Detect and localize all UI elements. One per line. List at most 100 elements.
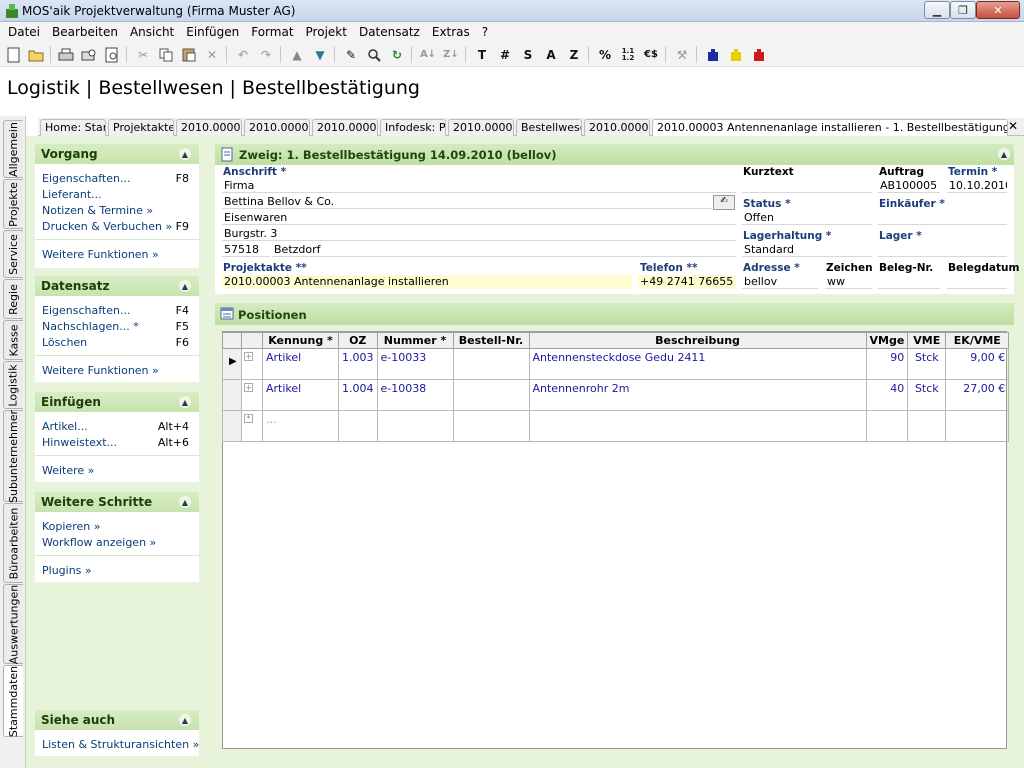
format-t-icon[interactable]: T [472,45,492,64]
cell-ek-vme[interactable]: 9,00 € [945,348,1010,380]
vtab-service[interactable]: Service [3,230,23,278]
new-row-placeholder[interactable]: ... [262,410,339,442]
edit-pencil-icon[interactable]: ✎ [341,45,361,64]
new-row[interactable]: * ... [222,410,1010,442]
header-vmge[interactable]: VMge [865,332,909,349]
new-document-icon[interactable] [4,45,24,64]
search-icon[interactable] [364,45,384,64]
link-drucken-verbuchen[interactable]: Drucken & Verbuchen » [42,220,172,233]
copy-icon[interactable] [156,45,176,64]
expand-icon[interactable]: + [241,348,263,380]
lagerhaltung-field[interactable]: Standard [742,243,872,257]
auftrag-field[interactable]: AB100005 [878,179,940,193]
cell-nummer[interactable]: e-10038 [376,379,454,411]
vtab-subunternehmer[interactable]: Subunternehmer [3,409,23,503]
cell-vmge[interactable]: 90 [865,348,909,380]
print-icon[interactable] [56,45,76,64]
panel-einfuegen-header[interactable]: Einfügen ▲ [35,392,199,412]
menu-ansicht[interactable]: Ansicht [124,25,180,39]
move-down-icon[interactable]: ▼ [310,45,330,64]
format-z-icon[interactable]: Z [564,45,584,64]
ort-field[interactable]: Betzdorf [272,243,736,257]
link-artikel[interactable]: Artikel... [42,420,88,433]
tab-home[interactable]: Home: Start [40,119,106,136]
sort-descending-icon[interactable]: Z↓ [441,45,461,64]
cell-bestellnr[interactable] [452,348,530,380]
cell-kennung[interactable]: Artikel [262,379,339,411]
tab-active[interactable]: 2010.00003 Antennenanlage installieren -… [652,119,1008,136]
cell-oz[interactable]: 1.003 [338,348,378,380]
menu-bearbeiten[interactable]: Bearbeiten [46,25,124,39]
link-plugins[interactable]: Plugins » [42,564,92,577]
link-weitere-funktionen[interactable]: Weitere Funktionen » [42,248,159,261]
link-ds-weitere-funktionen[interactable]: Weitere Funktionen » [42,364,159,377]
vtab-projekte[interactable]: Projekte [3,179,23,229]
paste-icon[interactable] [179,45,199,64]
address-book-icon[interactable]: ✍ [713,195,735,210]
plugin-yellow-icon[interactable] [726,45,746,64]
collapse-icon[interactable]: ▲ [179,496,191,508]
belegdatum-field[interactable] [947,275,1007,289]
delete-icon[interactable]: ✕ [202,45,222,64]
kurztext-field[interactable] [742,179,872,193]
cell-vmge[interactable]: 40 [865,379,909,411]
tab-doc-1[interactable]: 2010.00003 [176,119,242,136]
tools-icon[interactable]: ⚒ [672,45,692,64]
plugin-blue-icon[interactable] [703,45,723,64]
link-lieferant[interactable]: Lieferant... [42,188,102,201]
telefon-field[interactable]: +49 2741 76655 [638,275,736,289]
link-notizen-termine[interactable]: Notizen & Termine » [42,204,153,217]
header-kennung[interactable]: Kennung * [262,332,339,349]
projektakte-field[interactable]: 2010.00003 Antennenanlage installieren [222,275,632,289]
anschrift-line-2[interactable]: Bettina Bellov & Co. [222,195,712,209]
status-field[interactable]: Offen [742,211,872,225]
link-weitere[interactable]: Weitere » [42,464,94,477]
cell-kennung[interactable]: Artikel [262,348,339,380]
cell-beschreibung[interactable]: Antennensteckdose Gedu 2411 [528,348,867,380]
tab-doc-4[interactable]: 2010.00003 [448,119,514,136]
cell-ek-vme[interactable]: 27,00 € [945,379,1010,411]
maximize-button[interactable]: ❐ [950,1,976,19]
cell-vme[interactable]: Stck [907,379,947,411]
cell-vme[interactable]: Stck [907,348,947,380]
menu-projekt[interactable]: Projekt [300,25,353,39]
menu-datensatz[interactable]: Datensatz [353,25,426,39]
tab-projektakte[interactable]: Projektakte [108,119,174,136]
table-row[interactable]: + Artikel 1.004 e-10038 Antennenrohr 2m … [222,379,1010,411]
menu-datei[interactable]: Datei [2,25,46,39]
minimize-button[interactable]: ▁ [924,1,950,19]
anschrift-line-4[interactable]: Burgstr. 3 [222,227,736,241]
collapse-icon[interactable]: ▲ [179,714,191,726]
tab-doc-3[interactable]: 2010.00003 [312,119,378,136]
collapse-icon[interactable]: ▲ [998,148,1010,160]
panel-siehe-auch-header[interactable]: Siehe auch ▲ [35,710,199,730]
format-s-icon[interactable]: S [518,45,538,64]
sort-ascending-icon[interactable]: A↓ [418,45,438,64]
link-ds-eigenschaften[interactable]: Eigenschaften... [42,304,130,317]
einkaeufer-field[interactable] [878,211,1007,225]
print-preview-icon[interactable] [79,45,99,64]
belegnr-field[interactable] [878,275,940,289]
collapse-icon[interactable]: ▲ [179,148,191,160]
link-eigenschaften[interactable]: Eigenschaften... [42,172,130,185]
tab-doc-5[interactable]: 2010.00003 [584,119,650,136]
currency-icon[interactable]: €$ [641,45,661,64]
vtab-stammdaten[interactable]: Stammdaten [3,665,23,737]
new-row-icon[interactable]: * [241,410,263,442]
zeichen-field[interactable]: ww [825,275,872,289]
header-ek-vme[interactable]: EK/VME [945,332,1010,349]
link-kopieren[interactable]: Kopieren » [42,520,100,533]
header-oz[interactable]: OZ [338,332,378,349]
collapse-icon[interactable]: ▲ [179,396,191,408]
vtab-logistik[interactable]: Logistik [3,361,23,409]
anschrift-line-3[interactable]: Eisenwaren [222,211,736,225]
format-hash-icon[interactable]: # [495,45,515,64]
link-loeschen[interactable]: Löschen [42,336,87,349]
move-up-icon[interactable]: ▲ [287,45,307,64]
close-tab-icon[interactable]: ✕ [1008,119,1018,133]
vtab-auswertungen[interactable]: Auswertungen [3,584,23,664]
refresh-icon[interactable]: ↻ [387,45,407,64]
undo-icon[interactable]: ↶ [233,45,253,64]
open-folder-icon[interactable] [26,45,46,64]
header-beschreibung[interactable]: Beschreibung [528,332,867,349]
